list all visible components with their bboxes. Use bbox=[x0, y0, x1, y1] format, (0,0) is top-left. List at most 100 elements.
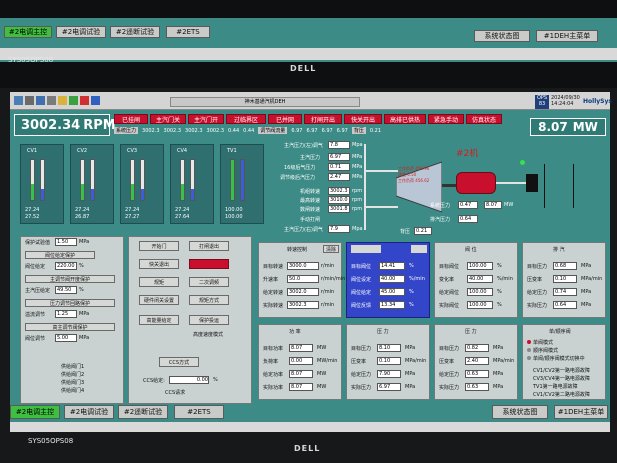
pressure-row-1-value[interactable]: 0.10 bbox=[377, 357, 401, 365]
help-icon[interactable] bbox=[91, 96, 100, 105]
blue-row-1-value[interactable]: 40.00 bbox=[379, 275, 405, 283]
status-btn-9[interactable]: 紧急手动 bbox=[428, 114, 464, 124]
mid-btn-13[interactable]: CCS方式 bbox=[159, 357, 199, 367]
ccs-request[interactable]: CCS请求 bbox=[165, 389, 185, 396]
exhaust-row-1-value[interactable]: 0.10 bbox=[553, 275, 577, 283]
top-tab-3[interactable]: #2遥断试验 bbox=[110, 26, 160, 38]
status-btn-5[interactable]: 已并网 bbox=[268, 114, 302, 124]
power-row-1-value[interactable]: 0.00 bbox=[289, 357, 313, 365]
exhaust-row-3-value[interactable]: 0.64 bbox=[553, 301, 577, 309]
mainpress-row-3-unit: MPa bbox=[493, 384, 504, 390]
folder-icon[interactable] bbox=[58, 96, 67, 105]
speed-row-1-value[interactable]: 50.0 bbox=[287, 275, 319, 283]
home-icon[interactable] bbox=[14, 96, 23, 105]
blue-row-2-value[interactable]: 45.00 bbox=[379, 288, 405, 296]
mid-btn-1[interactable]: 开始门 bbox=[139, 241, 179, 251]
speed-row-2-value[interactable]: 3002.0 bbox=[287, 288, 319, 296]
print-icon[interactable] bbox=[25, 96, 34, 105]
status-btn-3[interactable]: 主汽门开 bbox=[188, 114, 224, 124]
power-row-3-value[interactable]: 8.07 bbox=[289, 383, 313, 391]
mid-btn-10[interactable]: 保护投运 bbox=[189, 315, 229, 325]
top-right-tab-1[interactable]: 系统状态图 bbox=[474, 30, 530, 42]
status-btn-4[interactable]: 过临界区 bbox=[226, 114, 266, 124]
mainpress-row-3-value[interactable]: 0.63 bbox=[465, 383, 489, 391]
left-row-1-value[interactable]: 220.00 bbox=[55, 262, 77, 270]
mid-btn-5[interactable]: 规矩 bbox=[139, 277, 179, 287]
steam-row-2-unit: MPa bbox=[352, 164, 363, 170]
mid-option-12[interactable]: 高度速度模式 bbox=[193, 331, 223, 338]
valve-row-1-value[interactable]: 40.00 bbox=[467, 275, 493, 283]
left-check-4[interactable]: 高主调节阀保护 bbox=[25, 323, 115, 331]
bottom-tab-2[interactable]: #2电调试验 bbox=[64, 405, 114, 419]
copy-icon[interactable] bbox=[47, 96, 56, 105]
power-row-0-value[interactable]: 8.07 bbox=[289, 344, 313, 352]
toolbar-icons[interactable] bbox=[14, 96, 104, 106]
left-check-3[interactable]: 压力调节回路保护 bbox=[25, 299, 115, 307]
forward-icon[interactable] bbox=[80, 96, 89, 105]
mid-btn-8[interactable]: 规矩方式 bbox=[189, 295, 229, 305]
left-check-1[interactable]: 阀位给定保护 bbox=[25, 251, 95, 259]
valve-row-3-value[interactable]: 100.00 bbox=[467, 301, 493, 309]
bottom-tab-4[interactable]: #2ETS bbox=[174, 405, 224, 419]
mainpress-row-2-value[interactable]: 0.63 bbox=[465, 370, 489, 378]
bottom-tab-1[interactable]: #2电调主控 bbox=[10, 405, 60, 419]
left-bottom-3[interactable]: 供给阀门3 bbox=[61, 379, 84, 386]
status-btn-10[interactable]: 仿真状态 bbox=[466, 114, 502, 124]
status-btn-8[interactable]: 高排已供热 bbox=[384, 114, 426, 124]
mid-btn-3[interactable]: 快关退出 bbox=[139, 259, 179, 269]
exhaust-row-0-value[interactable]: 0.68 bbox=[553, 262, 577, 270]
top-tab-1[interactable]: #2电调主控 bbox=[4, 26, 52, 38]
mainpress-row-1-value[interactable]: 2.40 bbox=[465, 357, 489, 365]
pressure-row-3-value[interactable]: 6.97 bbox=[377, 383, 401, 391]
speed-clear-btn[interactable]: 清除 bbox=[323, 245, 339, 253]
pressure-row-0-value[interactable]: 8.10 bbox=[377, 344, 401, 352]
left-bottom-1[interactable]: 供给阀门1 bbox=[61, 363, 84, 370]
left-row-4-label: 阀位调节 bbox=[25, 336, 46, 342]
left-row-3-value[interactable]: 1.25 bbox=[55, 310, 77, 318]
mode-radio-2[interactable] bbox=[527, 348, 531, 352]
speed-row-0-value[interactable]: 3000.0 bbox=[287, 262, 319, 270]
left-row-2-value[interactable]: 49.50 bbox=[55, 286, 77, 294]
blue-row-0-value[interactable]: 14.41 bbox=[379, 262, 405, 270]
bottom-pressure-label: 背压 bbox=[351, 127, 366, 134]
blue-row-3-value[interactable]: 13.34 bbox=[379, 301, 405, 309]
bottom-right-tab-2[interactable]: #1DEH主菜单 bbox=[554, 405, 608, 419]
valve-row-2-value[interactable]: 100.00 bbox=[467, 288, 493, 296]
left-row-4-value[interactable]: 5.00 bbox=[55, 334, 77, 342]
status-btn-6[interactable]: 打闸开出 bbox=[304, 114, 342, 124]
mode-option-2[interactable]: 顺序阀模式 bbox=[533, 347, 558, 354]
mainpress-row-0-value[interactable]: 0.82 bbox=[465, 344, 489, 352]
mid-btn-2[interactable]: 打闸退出 bbox=[189, 241, 229, 251]
mode-radio-3[interactable] bbox=[527, 356, 531, 360]
top-tab-4[interactable]: #2ETS bbox=[166, 26, 210, 38]
top-right-tab-2[interactable]: #1DEH主菜单 bbox=[536, 30, 598, 42]
exhaust-row-2-value[interactable]: 0.74 bbox=[553, 288, 577, 296]
bottom-tab-3[interactable]: #2遥断试验 bbox=[118, 405, 168, 419]
mid-btn-9[interactable]: 高能量给定 bbox=[139, 315, 179, 325]
left-bottom-4[interactable]: 供给阀门4 bbox=[61, 387, 84, 394]
blue-arrows[interactable] bbox=[351, 245, 381, 253]
ccs-value[interactable]: 0.00 bbox=[169, 376, 209, 384]
pressure-row-2-value[interactable]: 7.90 bbox=[377, 370, 401, 378]
valve-row-0-value[interactable]: 100.00 bbox=[467, 262, 493, 270]
mode-option-3[interactable]: 单阀/顺序阀模式切换中 bbox=[533, 355, 585, 362]
power-row-2-value[interactable]: 8.07 bbox=[289, 370, 313, 378]
mid-btn-4[interactable] bbox=[189, 259, 229, 269]
mid-btn-6[interactable]: 二次调频 bbox=[189, 277, 229, 287]
mode-radio-1[interactable] bbox=[527, 340, 531, 344]
mid-btn-7[interactable]: 硬件闭关设置 bbox=[139, 295, 179, 305]
time-text: 14:24:04 bbox=[551, 101, 574, 107]
status-btn-7[interactable]: 快关开出 bbox=[344, 114, 382, 124]
left-row-0-value[interactable]: 1.50 bbox=[55, 238, 77, 246]
speed-row-3-value[interactable]: 3002.3 bbox=[287, 301, 319, 309]
save-icon[interactable] bbox=[36, 96, 45, 105]
blue-clear-btn[interactable] bbox=[411, 245, 427, 253]
status-btn-1[interactable]: 已挂闸 bbox=[114, 114, 148, 124]
bottom-right-tab-1[interactable]: 系统状态图 bbox=[492, 405, 548, 419]
status-btn-2[interactable]: 主汽门关 bbox=[150, 114, 186, 124]
left-bottom-2[interactable]: 供给阀门2 bbox=[61, 371, 84, 378]
top-tab-2[interactable]: #2电调试验 bbox=[56, 26, 106, 38]
left-check-2[interactable]: 主调节阀开度保护 bbox=[25, 275, 115, 283]
back-icon[interactable] bbox=[69, 96, 78, 105]
mode-option-1[interactable]: 单阀模式 bbox=[533, 339, 553, 346]
